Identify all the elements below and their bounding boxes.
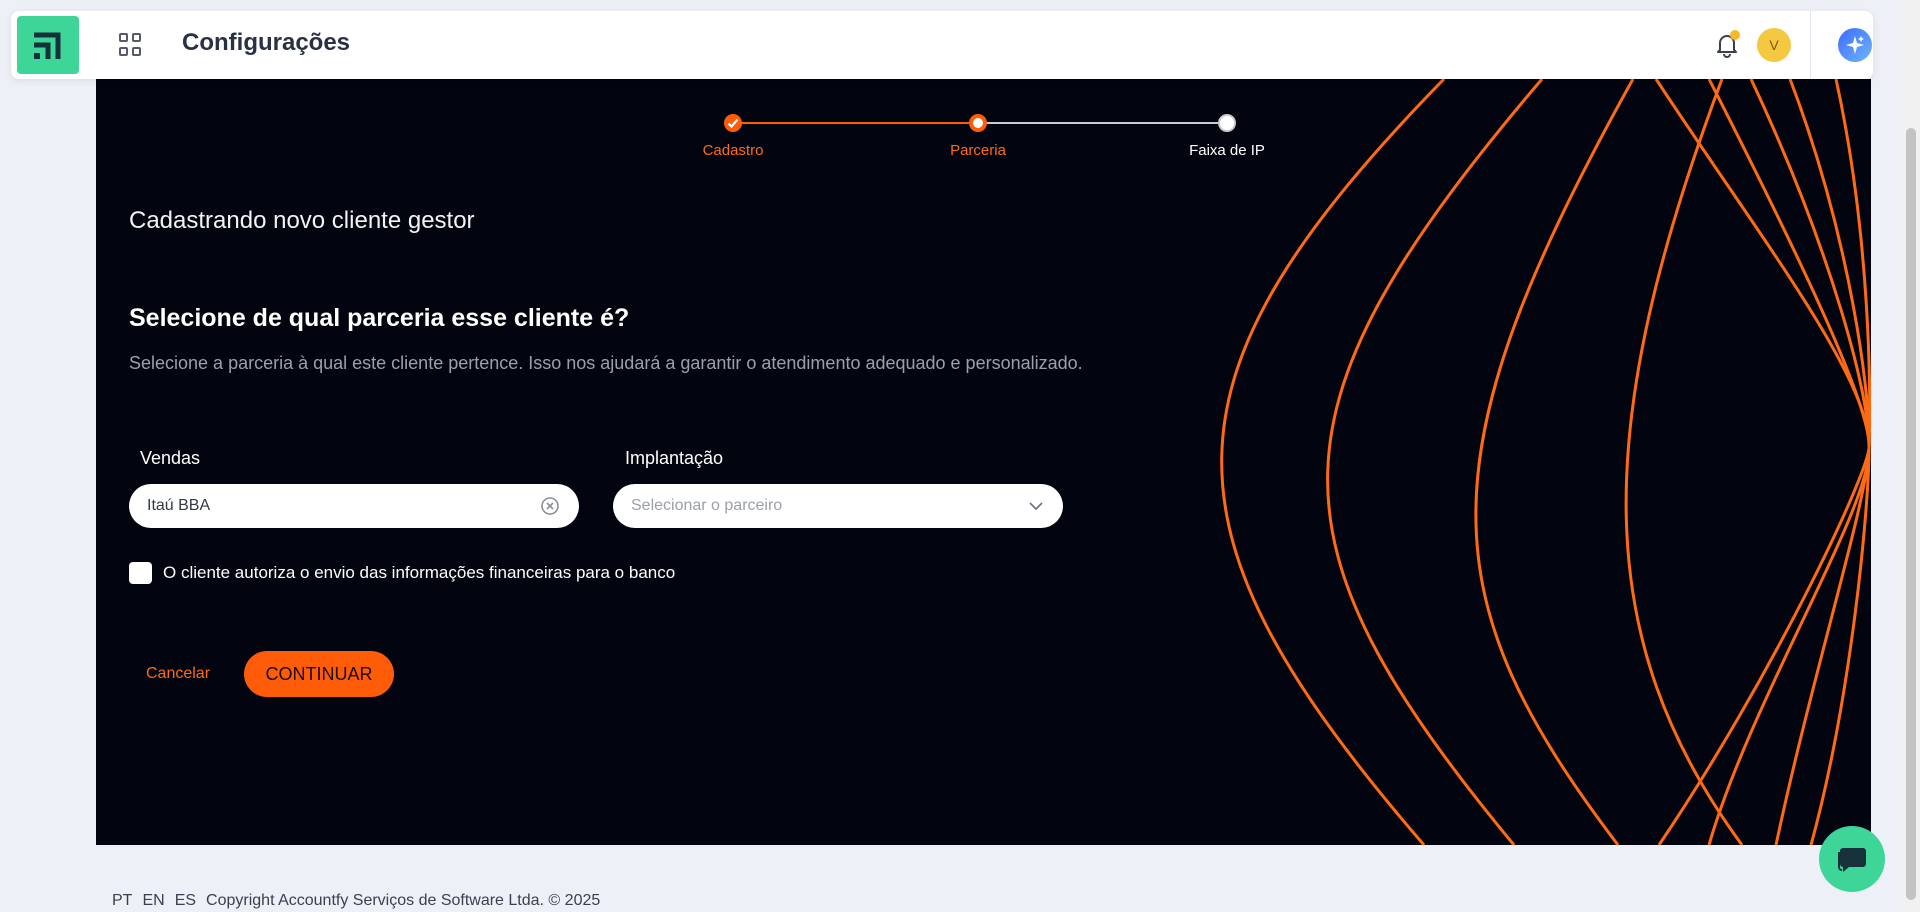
consent-row: O cliente autoriza o envio das informaçõ… [129, 562, 675, 584]
step-connector-done [734, 122, 978, 124]
language-pt[interactable]: PT [112, 892, 132, 910]
language-en[interactable]: EN [142, 892, 164, 910]
step-dot-parceria [969, 114, 987, 132]
decorative-waves [1220, 79, 1871, 845]
accountfy-logo-icon[interactable] [17, 16, 79, 74]
scroll-thumb[interactable] [1906, 128, 1916, 900]
form-heading: Cadastrando novo cliente gestor [129, 207, 475, 234]
sales-label: Vendas [140, 448, 201, 468]
notification-badge [1730, 30, 1740, 40]
main-panel: Cadastro Parceria Faixa de IP Cadastrand… [96, 79, 1871, 845]
sales-value: Itaú BBA [147, 497, 211, 514]
consent-checkbox[interactable] [129, 562, 152, 584]
clear-circle-icon[interactable] [539, 495, 561, 517]
top-bar: Configurações V [11, 11, 1873, 79]
implementation-select[interactable]: Selecionar o parceiro [613, 484, 1063, 528]
progress-stepper: Cadastro Parceria Faixa de IP [96, 79, 1871, 169]
implementation-label: Implantação [625, 448, 724, 468]
apps-grid-icon[interactable] [119, 33, 143, 57]
step-label-faixa-ip[interactable]: Faixa de IP [1189, 142, 1265, 159]
implementation-placeholder: Selecionar o parceiro [631, 497, 783, 514]
consent-label[interactable]: O cliente autoriza o envio das informaçõ… [163, 563, 675, 583]
chat-bubble-icon[interactable] [1819, 826, 1885, 892]
sparkle-icon[interactable] [1838, 28, 1872, 62]
continue-button[interactable]: CONTINUAR [244, 651, 394, 697]
step-label-parceria[interactable]: Parceria [950, 142, 1006, 159]
copyright-text: Copyright Accountfy Serviços de Software… [206, 892, 601, 909]
chevron-down-icon [1029, 502, 1043, 511]
step-label-cadastro[interactable]: Cadastro [703, 142, 764, 159]
avatar[interactable]: V [1757, 28, 1791, 62]
step-dot-cadastro [724, 114, 742, 132]
bell-icon[interactable] [1711, 28, 1743, 60]
form-question: Selecione de qual parceria esse cliente … [129, 304, 630, 332]
footer: PT EN ES Copyright Accountfy Serviços de… [112, 892, 600, 910]
divider [1810, 11, 1811, 79]
page-title: Configurações [182, 29, 351, 56]
language-es[interactable]: ES [175, 892, 196, 910]
form-description: Selecione a parceria à qual este cliente… [129, 353, 1083, 373]
step-connector-pending [978, 122, 1228, 124]
page-scrollbar[interactable] [1902, 0, 1920, 912]
check-icon [727, 118, 739, 129]
step-dot-faixa-ip [1218, 114, 1236, 132]
cancel-button[interactable]: Cancelar [146, 665, 210, 683]
sales-select[interactable]: Itaú BBA [129, 484, 579, 528]
